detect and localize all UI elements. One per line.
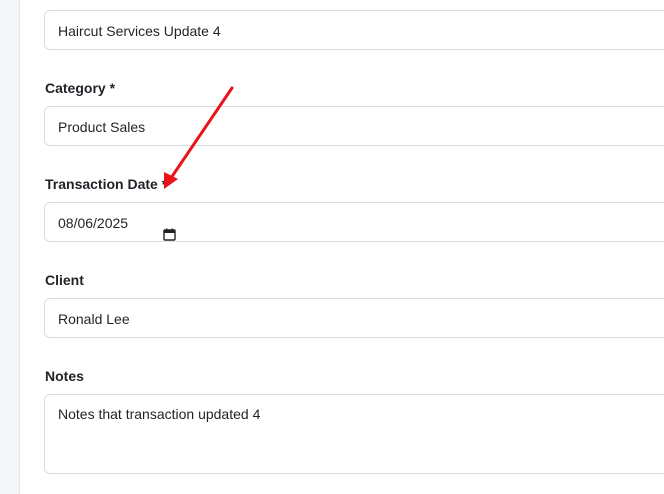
client-select-value: Ronald Lee (58, 311, 130, 327)
title-input-value: Haircut Services Update 4 (58, 23, 221, 39)
notes-textarea-value: Notes that transaction updated 4 (58, 406, 261, 422)
transaction-date-label: Transaction Date * (45, 176, 168, 192)
title-input[interactable]: Haircut Services Update 4 (44, 10, 664, 50)
notes-textarea[interactable]: Notes that transaction updated 4 (44, 394, 664, 474)
notes-label: Notes (45, 368, 84, 384)
transaction-date-value: 08/06/2025 (58, 215, 129, 231)
client-label: Client (45, 272, 84, 288)
client-select[interactable]: Ronald Lee (44, 298, 664, 338)
category-select-value: Product Sales (58, 119, 146, 135)
calendar-icon[interactable] (163, 216, 176, 241)
category-select[interactable]: Product Sales (44, 106, 664, 146)
category-label: Category * (45, 80, 116, 96)
transaction-form: Haircut Services Update 4 Category * Pro… (19, 0, 664, 494)
transaction-date-input[interactable]: 08/06/2025 (44, 202, 664, 242)
